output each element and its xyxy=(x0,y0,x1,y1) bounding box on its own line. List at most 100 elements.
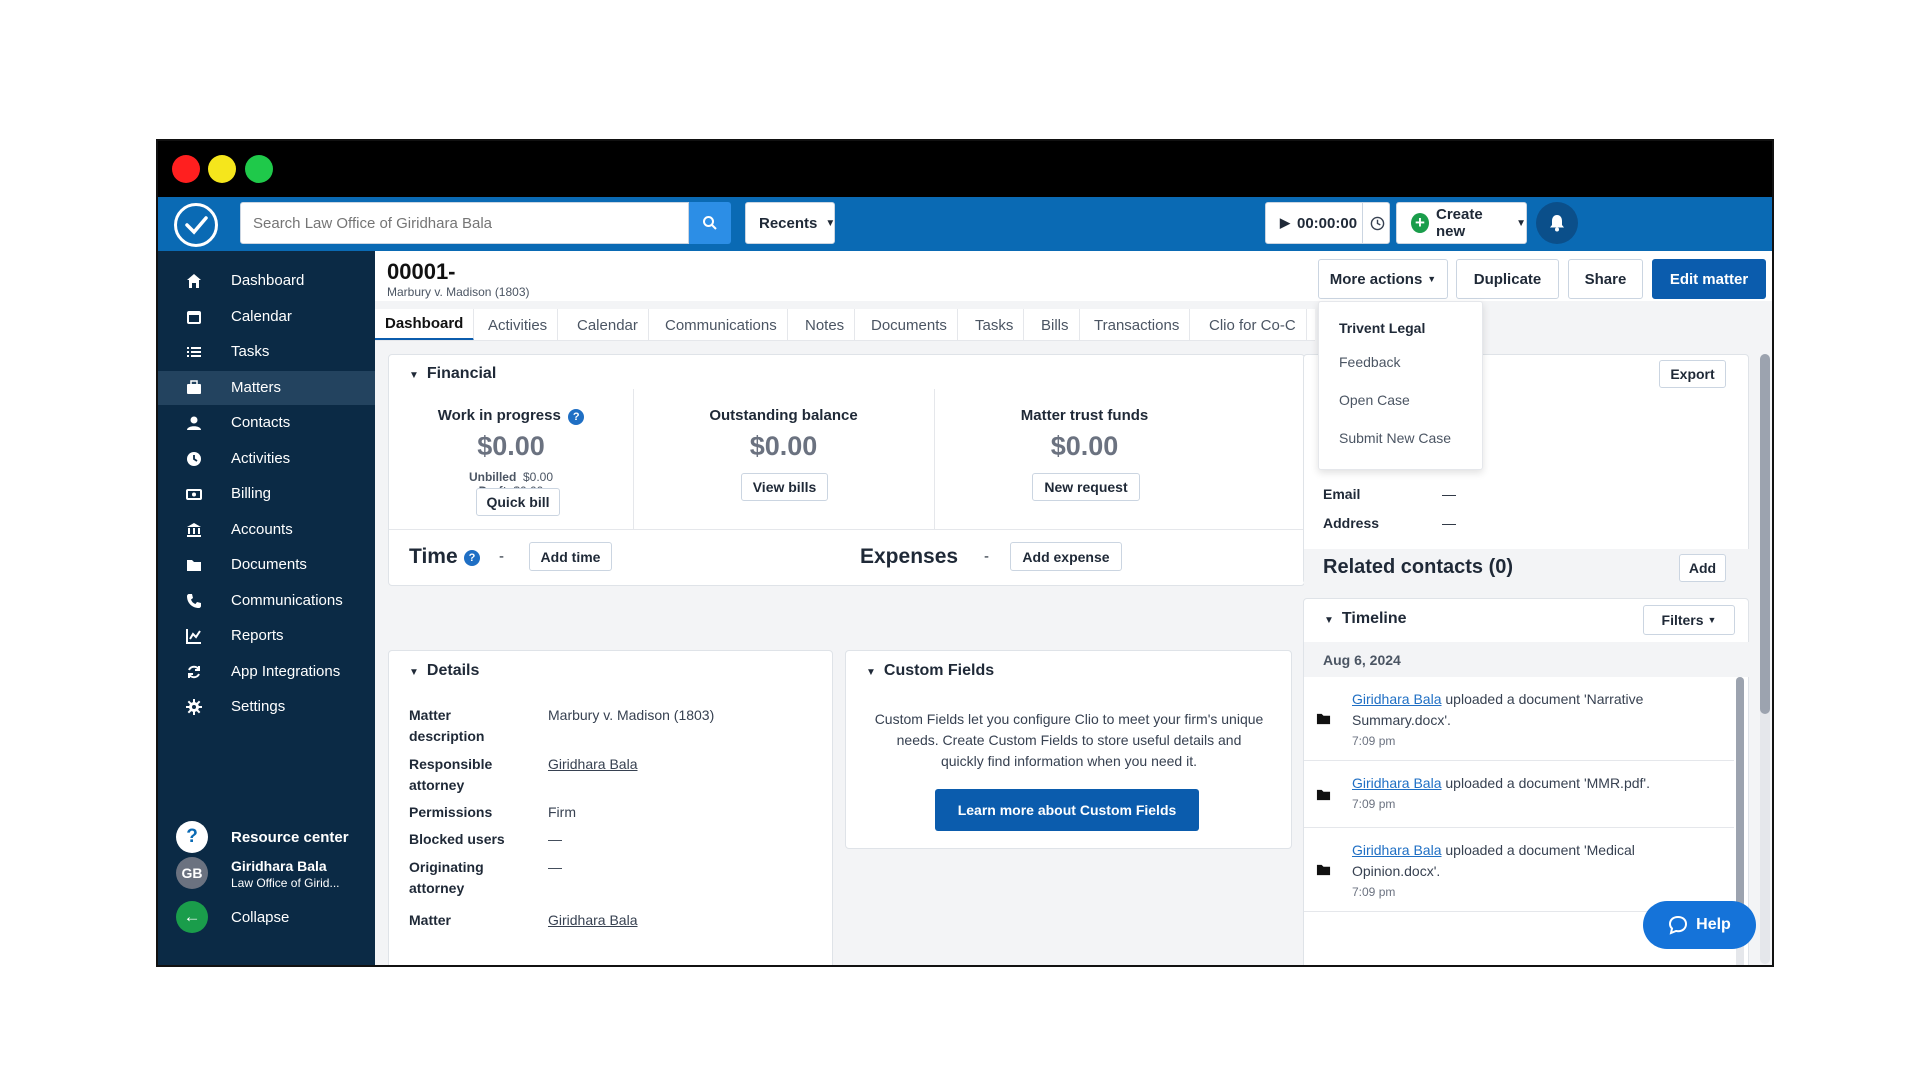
menu-item-submit-new-case[interactable]: Submit New Case xyxy=(1339,430,1451,446)
sidebar-item-label: Calendar xyxy=(231,307,292,325)
sidebar: Dashboard Calendar Tasks Matters Contacts Act… xyxy=(158,251,375,965)
sidebar-item-billing[interactable]: Billing xyxy=(158,477,375,511)
add-time-button[interactable]: Add time xyxy=(529,542,612,571)
tab-communications[interactable]: Communications xyxy=(655,309,788,340)
tab-activities[interactable]: Activities xyxy=(478,309,559,340)
view-bills-button[interactable]: View bills xyxy=(741,473,828,501)
minimize-window-button[interactable] xyxy=(208,155,236,183)
tab-bar: Dashboard Activities Calendar Communication… xyxy=(375,309,1315,341)
filters-button[interactable]: Filters ▼ xyxy=(1643,605,1735,635)
more-actions-menu: Trivent Legal Feedback Open Case Submit New… xyxy=(1318,301,1483,470)
custom-fields-toggle[interactable]: ▼ Custom Fields xyxy=(866,662,994,680)
timeline-toggle[interactable]: ▼ Timeline xyxy=(1324,610,1407,628)
sidebar-item-communications[interactable]: Communications xyxy=(158,584,375,618)
tab-documents[interactable]: Documents xyxy=(861,309,958,340)
resource-center-link[interactable]: ? Resource center xyxy=(176,819,366,855)
quick-bill-button[interactable]: Quick bill xyxy=(476,488,560,516)
sidebar-item-label: Billing xyxy=(231,485,272,502)
recents-label: Recents xyxy=(759,214,818,232)
sidebar-item-settings[interactable]: Settings xyxy=(158,690,375,724)
notifications-button[interactable] xyxy=(1536,202,1578,244)
user-profile[interactable]: GB Giridhara Bala Law Office of Girid... xyxy=(176,855,366,895)
chat-bubble-icon xyxy=(1669,915,1688,935)
attorney-link[interactable]: Giridhara Bala xyxy=(548,754,638,775)
sidebar-item-calendar[interactable]: Calendar xyxy=(158,300,375,334)
chevron-down-icon: ▼ xyxy=(1427,274,1437,284)
details-card: ▼ Details Matter description Marbury v. Ma… xyxy=(388,650,833,965)
sidebar-item-activities[interactable]: Activities xyxy=(158,442,375,476)
add-expense-button[interactable]: Add expense xyxy=(1010,542,1122,571)
collapse-button[interactable]: ← Collapse xyxy=(176,899,366,935)
work-in-progress: Work in progress ? $0.00 Unbilled $0.00 … xyxy=(389,407,633,498)
address-value: — xyxy=(1442,515,1456,531)
help-icon[interactable]: ? xyxy=(464,550,480,566)
sidebar-item-contacts[interactable]: Contacts xyxy=(158,406,375,440)
sidebar-item-reports[interactable]: Reports xyxy=(158,619,375,653)
share-button[interactable]: Share xyxy=(1568,259,1643,299)
detail-key: Permissions xyxy=(409,804,493,820)
timer-widget[interactable]: ▶ 00:00:00 xyxy=(1265,202,1390,244)
scroll-thumb[interactable] xyxy=(1736,677,1744,907)
tab-dashboard[interactable]: Dashboard xyxy=(375,309,475,340)
tab-transactions[interactable]: Transactions xyxy=(1084,309,1191,340)
timeline-date-row: Aug 6, 2024 xyxy=(1304,642,1750,677)
menu-item-trivent-legal[interactable]: Trivent Legal xyxy=(1339,320,1425,336)
sidebar-item-label: App Integrations xyxy=(231,662,341,680)
menu-item-open-case[interactable]: Open Case xyxy=(1339,392,1410,408)
menu-item-feedback[interactable]: Feedback xyxy=(1339,354,1400,370)
tab-bills[interactable]: Bills xyxy=(1031,309,1080,340)
recents-button[interactable]: Recents ▼ xyxy=(745,202,835,244)
timeline-entry: Giridhara Bala uploaded a document 'Medi… xyxy=(1304,828,1734,912)
phone-icon xyxy=(187,593,201,608)
timeline-time: 7:09 pm xyxy=(1352,885,1396,899)
sidebar-item-label: Dashboard xyxy=(231,272,305,289)
sidebar-item-matters[interactable]: Matters xyxy=(158,370,375,405)
wip-label: Work in progress xyxy=(437,407,561,424)
search-button[interactable] xyxy=(689,202,731,244)
sync-icon xyxy=(188,665,200,678)
duplicate-button[interactable]: Duplicate xyxy=(1456,259,1559,299)
user-link[interactable]: Giridhara Bala xyxy=(1352,842,1442,858)
scroll-thumb[interactable] xyxy=(1760,354,1770,714)
user-link[interactable]: Giridhara Bala xyxy=(1352,691,1442,707)
details-toggle[interactable]: ▼ Details xyxy=(409,662,479,680)
tab-calendar[interactable]: Calendar xyxy=(567,309,649,340)
more-actions-label: More actions xyxy=(1329,270,1423,288)
new-request-button[interactable]: New request xyxy=(1032,473,1140,501)
sidebar-item-documents[interactable]: Documents xyxy=(158,548,375,582)
timeline-time: 7:09 pm xyxy=(1352,734,1396,748)
sidebar-item-label: Accounts xyxy=(231,520,293,538)
outstanding-label: Outstanding balance xyxy=(709,407,858,424)
sidebar-item-app-integrations[interactable]: App Integrations xyxy=(158,655,375,689)
close-window-button[interactable] xyxy=(172,155,200,183)
sidebar-item-tasks[interactable]: Tasks xyxy=(158,335,375,369)
create-new-button[interactable]: + Create new ▼ xyxy=(1396,202,1527,244)
user-link[interactable]: Giridhara Bala xyxy=(1352,775,1442,791)
export-button[interactable]: Export xyxy=(1659,360,1726,388)
add-related-contact-button[interactable]: Add xyxy=(1679,554,1726,582)
detail-value: Firm xyxy=(548,804,576,820)
help-icon[interactable]: ? xyxy=(568,409,585,425)
clio-logo[interactable] xyxy=(174,203,218,247)
help-button[interactable]: Help xyxy=(1643,901,1756,949)
sidebar-item-dashboard[interactable]: Dashboard xyxy=(158,264,375,298)
search-input[interactable] xyxy=(240,202,689,244)
sidebar-item-label: Reports xyxy=(231,627,284,644)
attorney-link[interactable]: Giridhara Bala xyxy=(548,910,638,931)
financial-toggle[interactable]: ▼ Financial xyxy=(409,365,496,383)
help-label: Help xyxy=(1696,916,1731,933)
maximize-window-button[interactable] xyxy=(245,155,273,183)
tab-notes[interactable]: Notes xyxy=(795,309,856,340)
folder-icon xyxy=(1316,713,1331,725)
custom-fields-title: Custom Fields xyxy=(883,662,995,679)
main-content: 00001- Marbury v. Madison (1803) More ac… xyxy=(375,251,1772,965)
tab-clio-for-co-c[interactable]: Clio for Co-C xyxy=(1199,309,1307,340)
clock-icon xyxy=(1370,216,1385,231)
more-actions-button[interactable]: More actions ▼ xyxy=(1318,259,1448,299)
tab-tasks[interactable]: Tasks xyxy=(965,309,1025,340)
page-scrollbar[interactable] xyxy=(1760,354,1770,964)
sidebar-item-accounts[interactable]: Accounts xyxy=(158,513,375,547)
play-icon: ▶ xyxy=(1280,215,1290,230)
edit-matter-button[interactable]: Edit matter xyxy=(1652,259,1766,299)
learn-more-button[interactable]: Learn more about Custom Fields xyxy=(935,789,1199,831)
